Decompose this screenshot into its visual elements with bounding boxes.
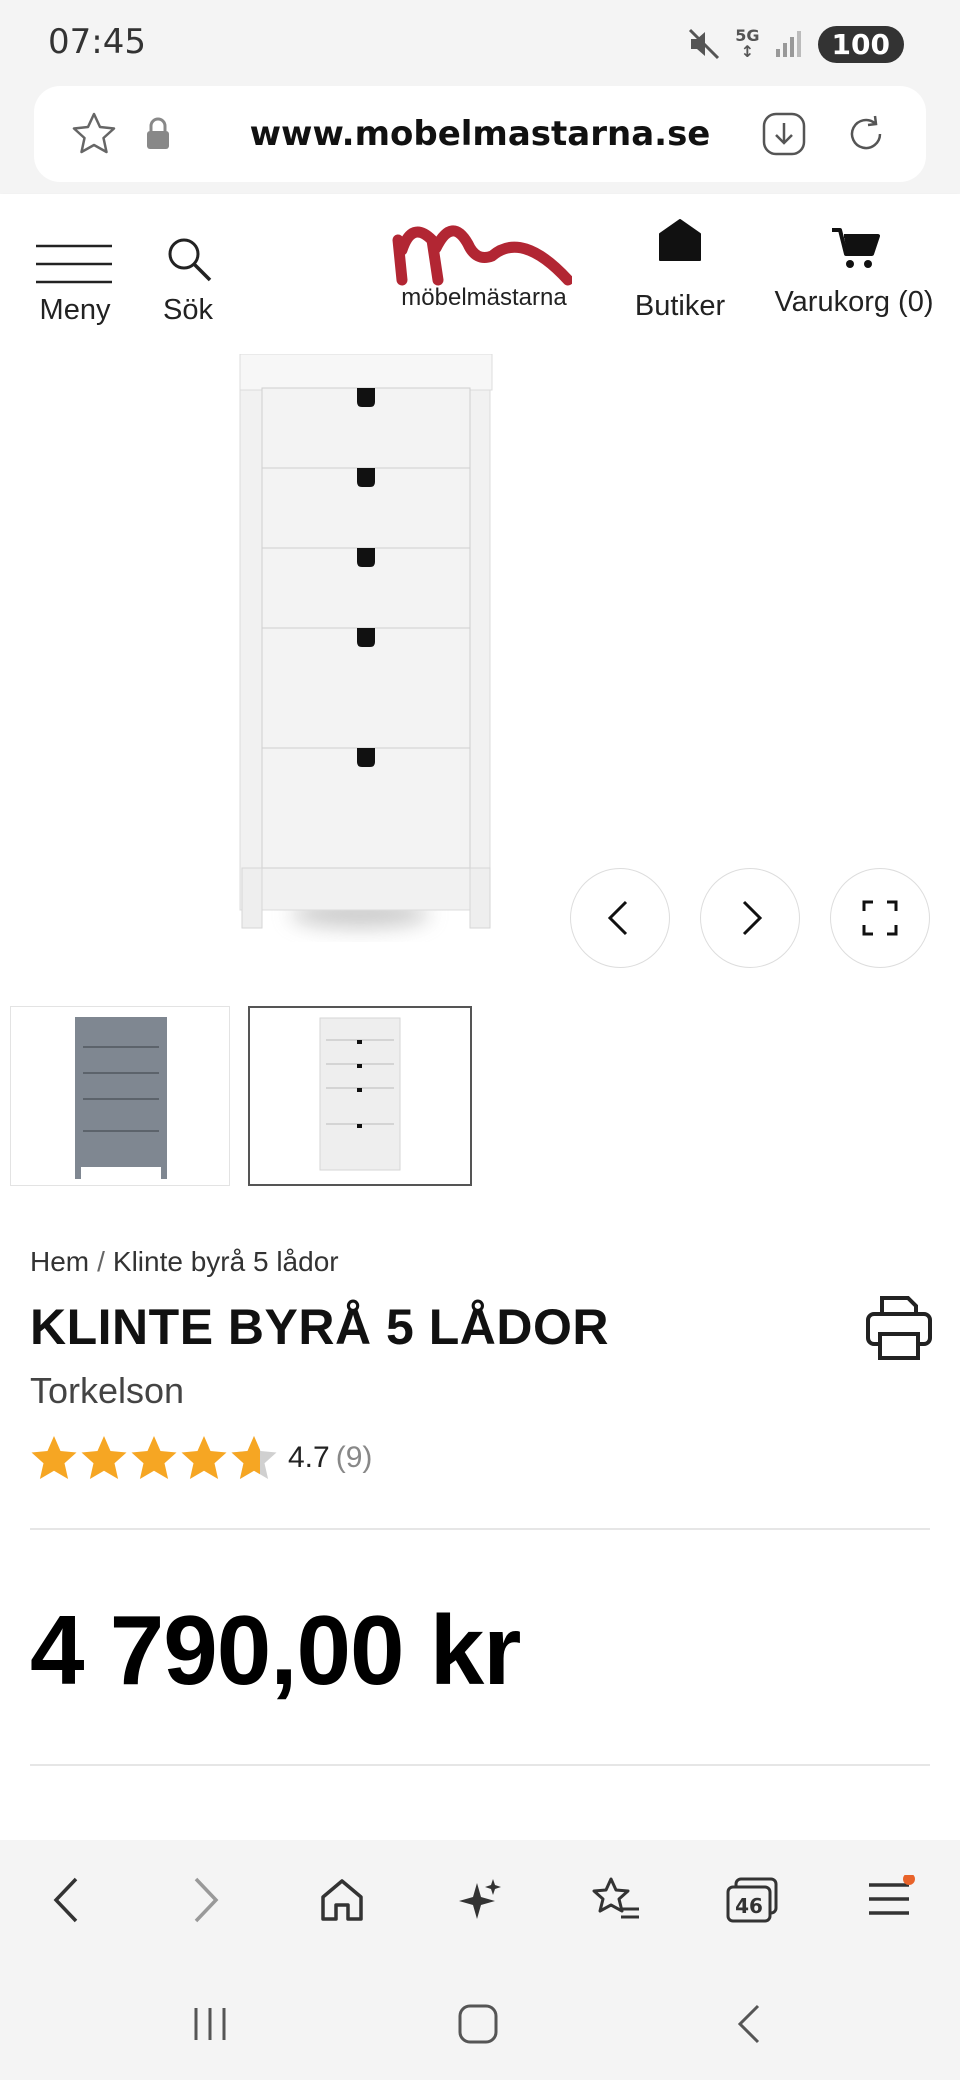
breadcrumb-current[interactable]: Klinte byrå 5 lådor xyxy=(113,1246,339,1277)
status-bar: 07:45 5G ↕ 100 xyxy=(0,0,960,84)
status-time: 07:45 xyxy=(48,22,146,62)
mute-icon xyxy=(689,28,720,60)
star-full-icon xyxy=(31,1436,77,1479)
thumbnail-1[interactable] xyxy=(10,1006,230,1186)
hamburger-icon xyxy=(36,244,112,284)
home-icon xyxy=(321,1879,363,1921)
home-button[interactable] xyxy=(310,1868,374,1932)
menu-button[interactable]: Meny xyxy=(30,194,120,354)
logo-mark xyxy=(392,225,572,286)
browser-toolbar: 46 xyxy=(0,1840,960,1960)
thumbnail-2[interactable] xyxy=(248,1006,472,1186)
star-partial-icon xyxy=(231,1436,277,1479)
product-price: 4 790,00 kr xyxy=(30,1595,521,1705)
network-badge: 5G ↕ xyxy=(735,26,760,61)
star-full-icon xyxy=(131,1436,177,1479)
assistant-button[interactable] xyxy=(448,1868,512,1932)
chevron-left-icon xyxy=(607,900,628,936)
back-icon xyxy=(53,1877,78,1923)
breadcrumb-separator: / xyxy=(97,1246,105,1277)
prev-image-button[interactable] xyxy=(570,868,670,968)
tabs-count: 46 xyxy=(735,1894,763,1918)
next-image-button[interactable] xyxy=(700,868,800,968)
forward-icon xyxy=(194,1877,219,1923)
menu-label: Meny xyxy=(39,294,111,326)
recent-apps-icon[interactable] xyxy=(190,2004,230,2044)
thumbnail-image-gray xyxy=(75,1017,167,1179)
cart-button[interactable]: Varukorg (0) xyxy=(764,194,944,354)
product-rating[interactable]: 4.7 (9) xyxy=(30,1432,372,1484)
product-brand[interactable]: Torkelson xyxy=(30,1370,184,1412)
search-icon xyxy=(168,238,212,282)
download-icon[interactable] xyxy=(760,110,808,158)
product-section: Hem / Klinte byrå 5 lådor KLINTE BYRÅ 5 LÅ… xyxy=(0,354,960,1844)
rating-value: 4.7 xyxy=(288,1441,330,1474)
menu-icon xyxy=(869,1875,915,1915)
reload-icon[interactable] xyxy=(842,110,890,158)
bookmarks-button[interactable] xyxy=(584,1868,648,1932)
logo-text: möbelmästarna xyxy=(401,284,567,311)
site-header: Meny Sök möbelmästarna Butiker Varukorg … xyxy=(0,194,960,354)
divider xyxy=(30,1764,930,1766)
product-title: KLINTE BYRÅ 5 LÅDOR xyxy=(30,1299,609,1355)
back-button[interactable] xyxy=(34,1868,98,1932)
status-icons: 5G ↕ 100 xyxy=(687,22,904,66)
signal-icon xyxy=(775,31,801,57)
divider xyxy=(30,1528,930,1530)
store-icon xyxy=(659,219,701,261)
print-icon[interactable] xyxy=(864,1292,934,1362)
address-bar[interactable]: www.mobelmastarna.se xyxy=(34,86,926,182)
star-full-icon xyxy=(81,1436,127,1479)
forward-button[interactable] xyxy=(174,1868,238,1932)
stores-label: Butiker xyxy=(634,290,726,322)
star-full-icon xyxy=(181,1436,227,1479)
rating-count[interactable]: (9) xyxy=(336,1441,373,1475)
system-nav-bar xyxy=(0,1960,960,2080)
tabs-icon: 46 xyxy=(726,1877,778,1923)
chevron-right-icon xyxy=(742,900,763,936)
sparkle-icon xyxy=(459,1879,501,1919)
site-logo[interactable]: möbelmästarna xyxy=(384,208,584,338)
fullscreen-button[interactable] xyxy=(830,868,930,968)
bookmarks-icon xyxy=(592,1877,639,1919)
stores-button[interactable]: Butiker xyxy=(620,194,740,354)
rating-stars xyxy=(30,1434,278,1482)
product-image[interactable] xyxy=(0,354,960,954)
cart-label: Varukorg (0) xyxy=(774,286,934,318)
search-button[interactable]: Sök xyxy=(148,194,228,354)
cart-icon xyxy=(832,228,880,268)
fullscreen-icon xyxy=(862,900,898,936)
breadcrumb: Hem / Klinte byrå 5 lådor xyxy=(30,1246,339,1278)
battery-icon: 100 xyxy=(817,25,904,63)
tabs-button[interactable]: 46 xyxy=(720,1868,784,1932)
home-nav-icon[interactable] xyxy=(456,2002,500,2046)
search-label: Sök xyxy=(163,294,213,326)
browser-menu-button[interactable] xyxy=(858,1868,922,1932)
breadcrumb-home[interactable]: Hem xyxy=(30,1246,89,1277)
back-nav-icon[interactable] xyxy=(730,2002,770,2046)
thumbnail-image-white xyxy=(319,1017,401,1171)
